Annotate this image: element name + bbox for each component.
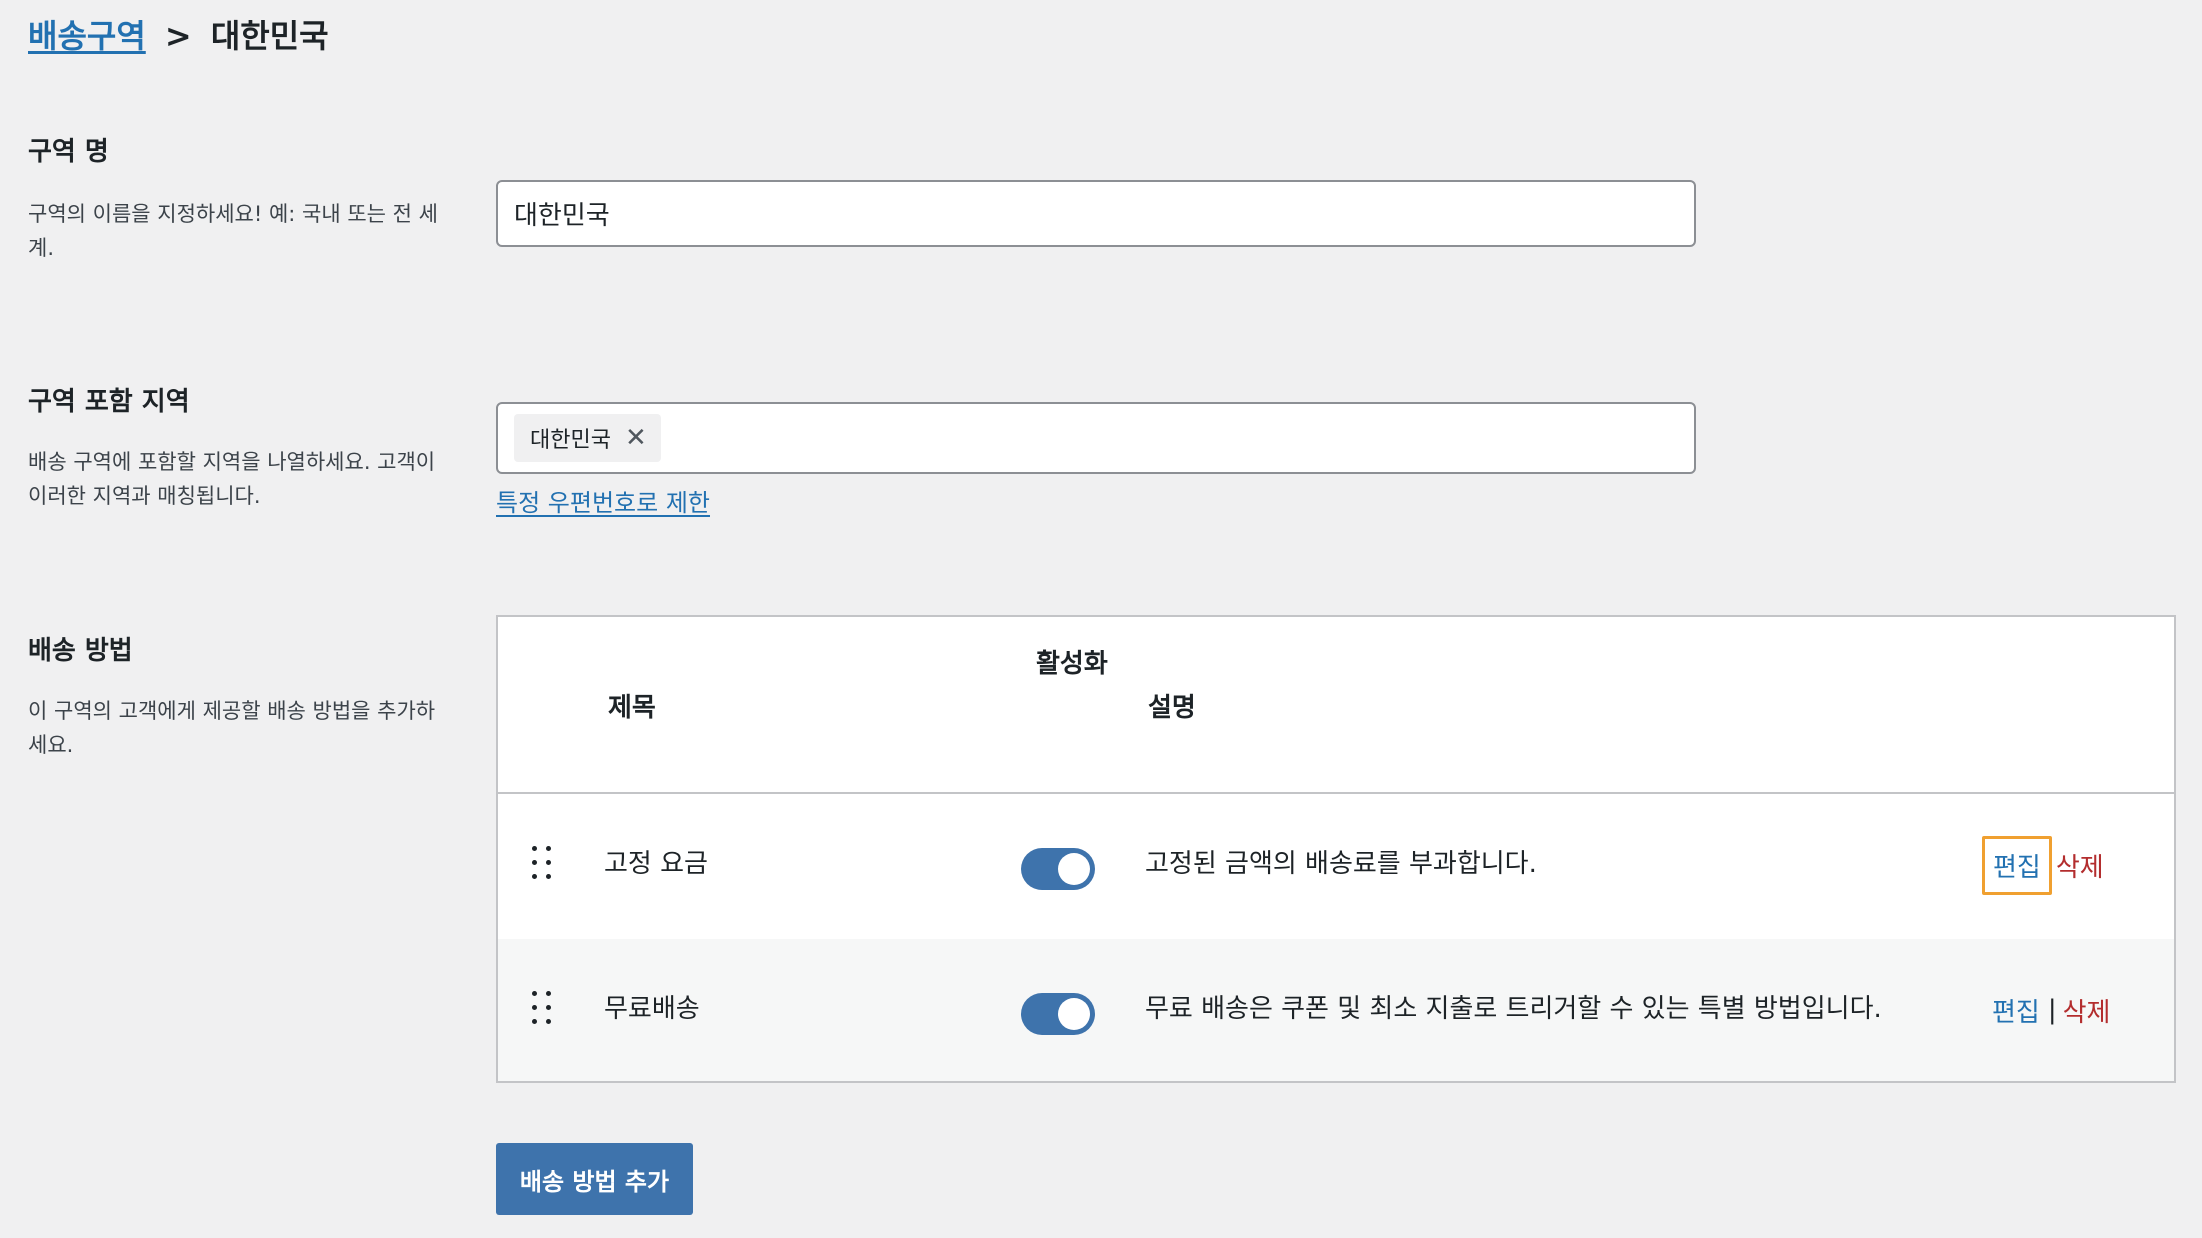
breadcrumb-parent-link[interactable]: 배송구역 (28, 17, 146, 55)
shipping-methods-title: 배송 방법 (28, 636, 133, 666)
add-shipping-method-button[interactable]: 배송 방법 추가 (496, 1143, 693, 1215)
region-chip-label: 대한민국 (530, 428, 611, 453)
drag-handle-icon[interactable] (532, 991, 556, 1027)
column-header-enabled: 활성화 (1036, 649, 1108, 679)
method-enabled-toggle[interactable] (1021, 848, 1095, 890)
table-header: 제목 활성화 설명 (498, 617, 2174, 794)
delete-link[interactable]: 삭제 (2059, 984, 2115, 1037)
zone-regions-description: 배송 구역에 포함할 지역을 나열하세요. 고객이 이러한 지역과 매칭됩니다. (28, 450, 436, 508)
close-icon[interactable]: ✕ (625, 423, 647, 453)
table-row: 고정 요금 고정된 금액의 배송료를 부과합니다. 편집 삭제 (498, 794, 2174, 939)
zone-regions-select[interactable]: 대한민국 ✕ (496, 402, 1696, 474)
method-enabled-toggle[interactable] (1021, 993, 1095, 1035)
page: 배송구역 > 대한민국 구역 명 구역의 이름을 지정하세요! 예: 국내 또는… (0, 0, 2202, 1238)
zone-name-title: 구역 명 (28, 137, 109, 167)
table-row: 무료배송 무료 배송은 쿠폰 및 최소 지출로 트리거할 수 있는 특별 방법입… (498, 939, 2174, 1081)
method-description: 고정된 금액의 배송료를 부과합니다. (1145, 849, 1537, 879)
column-header-description: 설명 (1148, 693, 1196, 723)
method-title: 무료배송 (604, 994, 700, 1024)
edit-link[interactable]: 편집 (1982, 835, 2052, 895)
delete-link[interactable]: 삭제 (2052, 839, 2108, 892)
action-separator: | (2047, 995, 2057, 1025)
method-actions: 편집 삭제 (1982, 834, 2108, 896)
region-chip: 대한민국 ✕ (514, 414, 661, 462)
breadcrumb-separator: > (164, 17, 192, 55)
column-header-title: 제목 (608, 693, 656, 723)
shipping-methods-table: 제목 활성화 설명 고정 요금 고정된 금액의 배송료를 부과합니다. 편집 삭… (496, 615, 2176, 1083)
drag-handle-icon[interactable] (532, 846, 556, 882)
breadcrumb-current: 대한민국 (210, 17, 329, 55)
method-description: 무료 배송은 쿠폰 및 최소 지출로 트리거할 수 있는 특별 방법입니다. (1145, 994, 1882, 1024)
zone-name-input[interactable] (496, 180, 1696, 247)
breadcrumb: 배송구역 > 대한민국 (28, 14, 329, 58)
limit-postcodes-link[interactable]: 특정 우편번호로 제한 (496, 486, 710, 520)
shipping-methods-description: 이 구역의 고객에게 제공할 배송 방법을 추가하세요. (28, 699, 436, 757)
method-title: 고정 요금 (604, 849, 708, 879)
zone-regions-title: 구역 포함 지역 (28, 387, 190, 417)
zone-name-description: 구역의 이름을 지정하세요! 예: 국내 또는 전 세계. (28, 202, 438, 260)
edit-link[interactable]: 편집 (1984, 984, 2046, 1037)
method-actions: 편집 | 삭제 (1984, 979, 2114, 1041)
